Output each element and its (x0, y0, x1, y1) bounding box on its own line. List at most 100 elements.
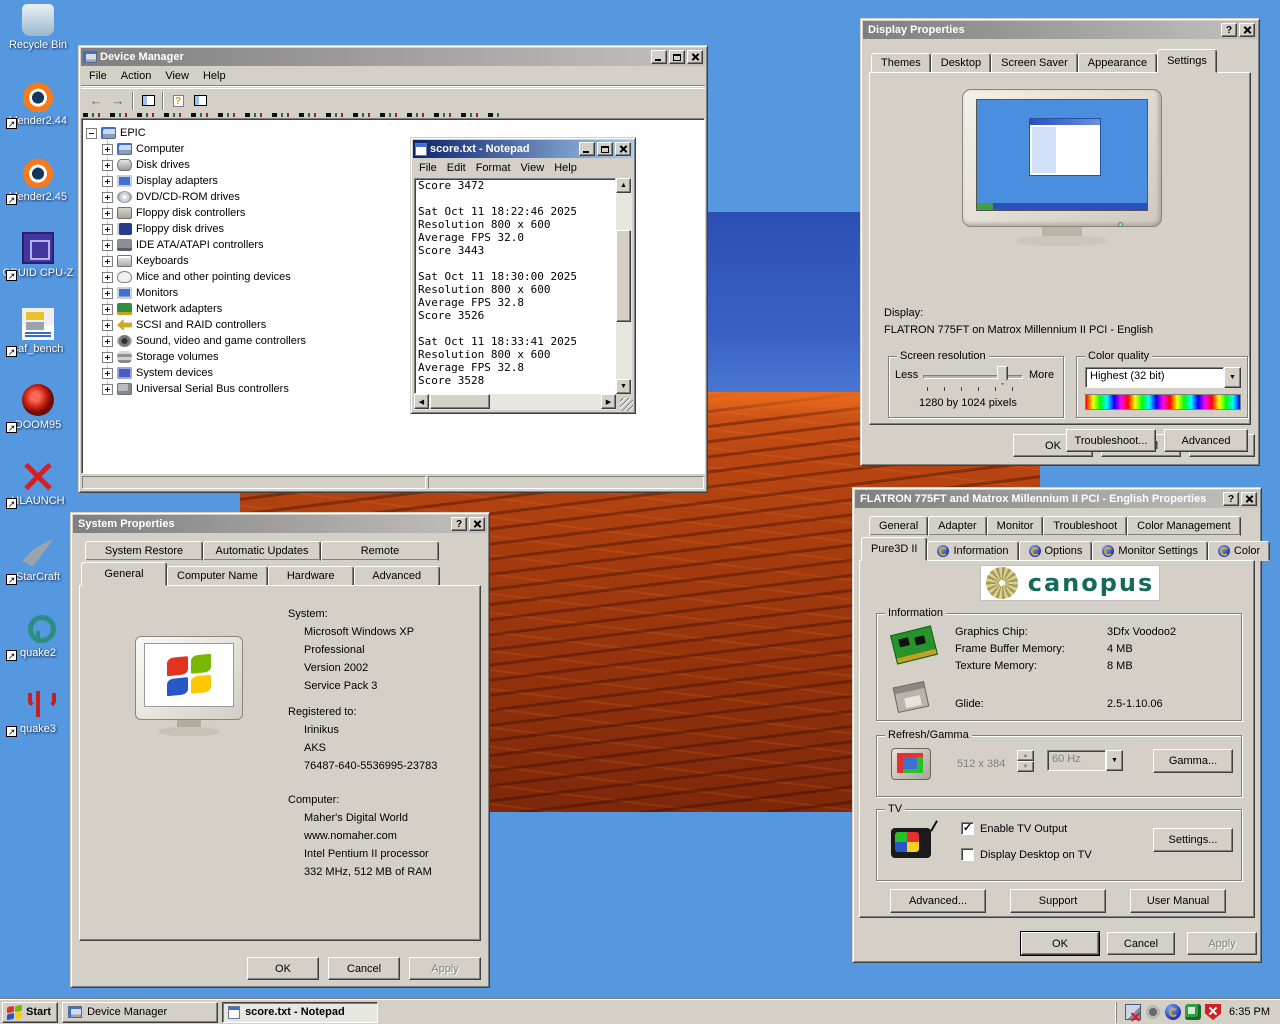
tab[interactable]: Monitor (987, 516, 1044, 536)
close-button[interactable] (615, 142, 631, 156)
resolution-slider-track[interactable] (923, 375, 1023, 379)
tab[interactable]: General (869, 516, 928, 536)
tab[interactable]: Appearance (1078, 53, 1157, 73)
expand-icon[interactable] (102, 208, 113, 219)
resize-grip[interactable] (620, 398, 633, 411)
desktop-icon[interactable]: ↗ blender2.44 (0, 80, 76, 127)
tab[interactable]: Information (927, 541, 1018, 561)
apply-button[interactable]: Apply (409, 957, 481, 980)
menu-action[interactable]: Action (114, 68, 159, 84)
tab[interactable]: Desktop (931, 53, 991, 73)
desktop-icon[interactable]: ↗ HLAUNCH (0, 460, 76, 507)
chevron-down-icon[interactable]: ▼ (1224, 367, 1241, 388)
help-page-icon[interactable]: ? (167, 91, 189, 111)
cancel-button[interactable]: Cancel (1107, 932, 1175, 955)
ok-button[interactable]: OK (1021, 932, 1099, 955)
tree-item[interactable]: Universal Serial Bus controllers (102, 381, 289, 397)
expand-icon[interactable] (102, 272, 113, 283)
tab[interactable]: Pure3D II (861, 537, 927, 561)
desktop-icon[interactable]: ↗ saf_bench (0, 308, 76, 355)
back-icon[interactable]: ← (85, 91, 107, 111)
scroll-right-icon[interactable]: ▶ (601, 394, 616, 409)
menu-view[interactable]: View (516, 160, 550, 176)
troubleshoot-button[interactable]: Troubleshoot... (1066, 429, 1156, 452)
network-offline-icon[interactable] (1125, 1004, 1141, 1020)
tree-item[interactable]: Mice and other pointing devices (102, 269, 291, 285)
checkbox-checked-icon[interactable]: ✓ (961, 822, 974, 835)
flatron-properties-titlebar[interactable]: FLATRON 775FT and Matrox Millennium II P… (855, 490, 1259, 508)
tab[interactable]: Remote (321, 541, 439, 561)
ok-button[interactable]: OK (247, 957, 319, 980)
resolution-slider-thumb[interactable] (997, 366, 1008, 385)
tv-settings-button[interactable]: Settings... (1153, 828, 1233, 852)
system-properties-titlebar[interactable]: System Properties ? (73, 515, 487, 533)
tab[interactable]: System Restore (85, 541, 203, 561)
tree-item[interactable]: Monitors (102, 285, 178, 301)
tree-item[interactable]: Sound, video and game controllers (102, 333, 306, 349)
tab[interactable]: Hardware (268, 566, 354, 586)
expand-icon[interactable] (102, 320, 113, 331)
support-button[interactable]: Support (1010, 889, 1106, 913)
scroll-down-icon[interactable]: ▼ (616, 379, 631, 394)
tree-item[interactable]: Floppy disk drives (102, 221, 224, 237)
tab[interactable]: Monitor Settings (1092, 541, 1207, 561)
expand-icon[interactable] (102, 176, 113, 187)
resolution-stepper[interactable]: ▲▼ (1017, 750, 1034, 772)
volume-icon[interactable] (1145, 1004, 1161, 1020)
desktop-icon[interactable]: ↗ quake3 (0, 688, 76, 735)
menu-file[interactable]: File (82, 68, 114, 84)
tab[interactable]: Advanced (354, 566, 440, 586)
canopus-tray-icon[interactable] (1165, 1004, 1181, 1020)
tree-item[interactable]: System devices (102, 365, 213, 381)
display-properties-titlebar[interactable]: Display Properties ? (863, 21, 1257, 39)
forward-icon[interactable]: → (107, 91, 129, 111)
help-button[interactable]: ? (451, 517, 467, 531)
menu-view[interactable]: View (158, 68, 196, 84)
maximize-button[interactable] (669, 50, 685, 64)
properties-pane-icon[interactable] (189, 91, 211, 111)
tree-item[interactable]: SCSI and RAID controllers (102, 317, 266, 333)
expand-icon[interactable] (102, 336, 113, 347)
tab[interactable]: Computer Name (167, 566, 268, 586)
gamma-button[interactable]: Gamma... (1153, 749, 1233, 773)
console-tree-icon[interactable] (137, 91, 159, 111)
tab[interactable]: Settings (1157, 49, 1217, 73)
tree-item[interactable]: Floppy disk controllers (102, 205, 245, 221)
close-button[interactable] (1239, 23, 1255, 37)
advanced-button[interactable]: Advanced... (890, 889, 986, 913)
expand-icon[interactable] (102, 144, 113, 155)
tab[interactable]: Themes (871, 53, 931, 73)
tree-item[interactable]: Computer (102, 141, 184, 157)
tab[interactable]: Color Management (1127, 516, 1241, 536)
tab[interactable]: Automatic Updates (203, 541, 321, 561)
expand-icon[interactable] (102, 368, 113, 379)
minimize-button[interactable] (579, 142, 595, 156)
menu-help[interactable]: Help (549, 160, 582, 176)
close-button[interactable] (1241, 492, 1257, 506)
menu-help[interactable]: Help (196, 68, 233, 84)
desktop-icon[interactable]: ↗ blender2.45 (0, 156, 76, 203)
menu-format[interactable]: Format (471, 160, 516, 176)
expand-icon[interactable] (102, 160, 113, 171)
expand-icon[interactable] (102, 224, 113, 235)
desktop-icon[interactable]: ↗ StarCraft (0, 536, 76, 583)
tab[interactable]: Color (1208, 541, 1270, 561)
tree-item[interactable]: DVD/CD-ROM drives (102, 189, 240, 205)
expand-icon[interactable] (102, 352, 113, 363)
refresh-rate-combo[interactable]: 60 Hz ▼ (1047, 750, 1123, 771)
tree-item[interactable]: Keyboards (102, 253, 189, 269)
device-manager-titlebar[interactable]: Device Manager (81, 48, 705, 66)
desktop-icon[interactable]: ↗ CPUID CPU-Z (0, 232, 76, 279)
enable-tv-checkbox[interactable]: ✓ Enable TV Output (961, 822, 1067, 835)
help-button[interactable]: ? (1223, 492, 1239, 506)
menu-file[interactable]: File (414, 160, 442, 176)
maximize-button[interactable] (597, 142, 613, 156)
advanced-button[interactable]: Advanced (1164, 429, 1248, 452)
vertical-scroll-thumb[interactable] (616, 230, 631, 322)
horizontal-scroll-thumb[interactable] (430, 394, 490, 409)
expand-icon[interactable] (102, 288, 113, 299)
tree-item[interactable]: Network adapters (102, 301, 222, 317)
notepad-textarea[interactable]: Score 3472Sat Oct 11 18:22:46 2025Resolu… (414, 178, 616, 394)
tab[interactable]: Screen Saver (991, 53, 1078, 73)
graphics-utility-icon[interactable] (1185, 1004, 1201, 1020)
